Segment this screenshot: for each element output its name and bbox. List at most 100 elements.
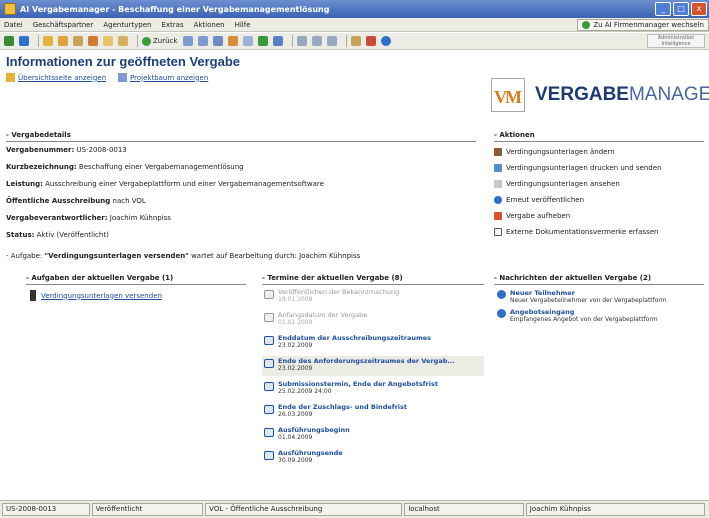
details-heading: Vergabedetails (6, 131, 476, 142)
action-external-notes[interactable]: Externe Dokumentationsvermerke erfassen (494, 226, 704, 237)
detail-key: Status: (6, 231, 35, 239)
menu-agenturtypen[interactable]: Agenturtypen (103, 21, 151, 29)
maximize-button[interactable]: □ (673, 2, 689, 16)
action-label: Vergabe aufheben (506, 211, 571, 220)
news-desc: Empfangenes Angebot von der Vergabeplatt… (510, 316, 658, 323)
task-name: "Verdingungsunterlagen versenden" (44, 252, 189, 260)
window-controls: _ □ x (655, 2, 707, 16)
detail-row: Kurzbezeichnung: Beschaffung einer Verga… (6, 163, 476, 171)
detail-value: Joachim Kühnpiss (109, 214, 171, 222)
appointment-date: 23.02.2009 (278, 365, 313, 372)
tasks-heading: Aufgaben der aktuellen Vergabe (1) (26, 274, 246, 285)
back-button[interactable]: Zurück (142, 36, 177, 46)
project-tree-icon (118, 73, 128, 82)
refresh-icon[interactable] (243, 36, 254, 46)
actions-heading: Aktionen (494, 131, 704, 142)
go-icon (582, 21, 591, 29)
appointment-item[interactable]: Veröffentlichen der Bekanntmachung 19.01.… (262, 287, 484, 307)
notes-icon[interactable] (351, 36, 362, 46)
status-tender-number: US-2008-0013 (2, 503, 90, 516)
action-change-documents[interactable]: Verdingungsunterlagen ändern (494, 146, 704, 157)
news-title: Neuer Teilnehmer (510, 289, 575, 297)
document-icon[interactable] (327, 36, 338, 46)
toolbar: Zurück Administration Intelligence (0, 33, 709, 50)
appointment-item[interactable]: Anfangsdatum der Vergabe 01.02.2009 (262, 310, 484, 330)
detail-row: Vergabenummer: US-2008-0013 (6, 146, 476, 154)
close-button[interactable]: x (691, 2, 707, 16)
appointment-title: Anfangsdatum der Vergabe (278, 311, 368, 319)
logo-text-bold: VERGABE (535, 84, 629, 105)
menu-aktionen[interactable]: Aktionen (194, 21, 225, 29)
status-bar: US-2008-0013 Veröffentlicht VOL - Öffent… (0, 500, 709, 518)
folder-open-icon[interactable] (58, 36, 68, 46)
appointments-list: Veröffentlichen der Bekanntmachung 19.01.… (262, 287, 484, 471)
actions-panel: Verdingungsunterlagen ändern Verdingungs… (494, 146, 704, 242)
run-icon[interactable] (258, 36, 269, 46)
menu-datei[interactable]: Datei (4, 21, 23, 29)
appointment-date: 30.09.2009 (278, 457, 313, 464)
overview-link[interactable]: Übersichtsseite anzeigen (18, 74, 106, 82)
globe-icon (494, 195, 502, 204)
action-cancel-tender[interactable]: Vergabe aufheben (494, 210, 704, 221)
action-view-documents[interactable]: Verdingungsunterlagen ansehen (494, 178, 704, 189)
appointment-item[interactable]: Ausführungsende 30.09.2009 (262, 448, 484, 468)
appointment-item[interactable]: Submissionstermin, Ende der Angebotsfris… (262, 379, 484, 399)
minimize-button[interactable]: _ (655, 2, 671, 16)
appointment-item[interactable]: Enddatum der Ausschreibungszeitraumes 23.… (262, 333, 484, 353)
switch-firmenmanager-label: Zu AI Firmenmanager wechseln (593, 21, 704, 29)
window-icon[interactable] (273, 36, 284, 46)
detail-key: Vergabeverantwortlicher: (6, 214, 108, 222)
detail-row: Leistung: Ausschreibung einer Vergabepla… (6, 180, 476, 188)
help-icon[interactable] (381, 36, 392, 46)
detail-key: Kurzbezeichnung: (6, 163, 77, 171)
go-back-icon (142, 36, 151, 46)
appointment-title: Ausführungsende (278, 449, 343, 457)
table-icon[interactable] (183, 36, 194, 46)
calendar-icon (264, 336, 274, 345)
edit-icon[interactable] (73, 36, 83, 46)
menu-geschaeftspartner[interactable]: Geschäftspartner (33, 21, 94, 29)
appointment-title: Ende der Zuschlags- und Bindefrist (278, 403, 407, 411)
list-icon[interactable] (213, 36, 224, 46)
import-icon[interactable] (88, 36, 98, 46)
news-item[interactable]: Angebotseingang Empfangenes Angebot von d… (497, 308, 707, 324)
appointment-date: 23.02.2009 (278, 342, 313, 349)
appointment-date: 01.04.2009 (278, 434, 313, 441)
detail-row: Öffentliche Ausschreibung nach VOL (6, 197, 476, 205)
folder-icon[interactable] (43, 36, 53, 46)
view-documents-icon (494, 179, 502, 188)
toolbar-separator (346, 35, 348, 47)
appointment-item[interactable]: Ende des Anforderungszeitraumes der Verg… (262, 356, 484, 376)
appointment-item[interactable]: Ausführungsbeginn 01.04.2009 (262, 425, 484, 445)
news-item[interactable]: Neuer Teilnehmer Neuer Vergabeteilnehmer … (497, 289, 707, 305)
appointment-item[interactable]: Ende der Zuschlags- und Bindefrist 26.03.… (262, 402, 484, 422)
detail-key: Leistung: (6, 180, 43, 188)
chart-icon[interactable] (228, 36, 239, 46)
news-desc: Neuer Vergabeteilnehmer von der Vergabep… (510, 297, 667, 304)
task-item[interactable]: Verdingungsunterlagen versenden (30, 290, 250, 301)
calendar-icon (264, 359, 274, 368)
news-title: Angebotseingang (510, 308, 575, 316)
status-user: Joachim Kühnpiss (525, 503, 706, 516)
copy-icon[interactable] (297, 36, 308, 46)
detail-row: Status: Aktiv (Veröffentlicht) (6, 231, 476, 239)
menu-hilfe[interactable]: Hilfe (235, 21, 251, 29)
checkbox-note-icon (494, 227, 502, 236)
calendar-icon[interactable] (198, 36, 209, 46)
action-label: Verdingungsunterlagen drucken und senden (506, 163, 662, 172)
mail-icon[interactable] (366, 36, 377, 46)
switch-firmenmanager-button[interactable]: Zu AI Firmenmanager wechseln (577, 19, 709, 31)
attach-icon[interactable] (118, 36, 128, 46)
action-print-send[interactable]: Verdingungsunterlagen drucken und senden (494, 162, 704, 173)
export-icon[interactable] (103, 36, 113, 46)
action-label: Erneut veröffentlichen (506, 195, 585, 204)
action-label: Verdingungsunterlagen ändern (506, 147, 615, 156)
back-arrow-icon[interactable] (19, 36, 29, 46)
paste-icon[interactable] (312, 36, 323, 46)
task-prefix: - Aufgabe: (6, 252, 43, 260)
home-icon[interactable] (4, 36, 14, 46)
pending-task-line: - Aufgabe: "Verdingungsunterlagen versen… (6, 252, 360, 260)
project-tree-link[interactable]: Projektbaum anzeigen (130, 74, 208, 82)
menu-extras[interactable]: Extras (161, 21, 183, 29)
action-republish[interactable]: Erneut veröffentlichen (494, 194, 704, 205)
